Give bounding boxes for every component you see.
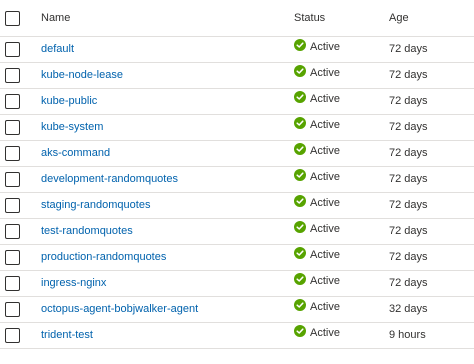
table-row[interactable]: kube-public Active 72 days: [0, 89, 474, 115]
row-select-checkbox[interactable]: [5, 328, 20, 343]
table-row[interactable]: test-randomquotes Active 72 days: [0, 219, 474, 245]
namespace-link[interactable]: ingress-nginx: [41, 277, 106, 289]
check-circle-icon: [294, 143, 306, 155]
namespace-link[interactable]: trident-test: [41, 329, 93, 341]
status-cell: Active: [294, 195, 340, 209]
status-cell: Active: [294, 221, 340, 235]
table-row[interactable]: production-randomquotes Active 72 days: [0, 245, 474, 271]
age-cell: 72 days: [389, 95, 428, 107]
check-circle-icon: [294, 39, 306, 51]
check-circle-icon: [294, 247, 306, 259]
status-cell: Active: [294, 325, 340, 339]
check-circle-icon: [294, 117, 306, 129]
check-circle-icon: [294, 91, 306, 103]
status-cell: Active: [294, 143, 340, 157]
status-cell: Active: [294, 247, 340, 261]
table-row[interactable]: octopus-agent-bobjwalker-agent Active 32 d…: [0, 297, 474, 323]
row-select-checkbox[interactable]: [5, 94, 20, 109]
check-circle-icon: [294, 65, 306, 77]
namespace-link[interactable]: test-randomquotes: [41, 225, 133, 237]
row-select-checkbox[interactable]: [5, 302, 20, 317]
namespace-link[interactable]: default: [41, 43, 74, 55]
status-cell: Active: [294, 273, 340, 287]
age-cell: 72 days: [389, 251, 428, 263]
namespaces-table: Name Status Age default Active 72 days kube…: [0, 0, 474, 349]
select-all-checkbox[interactable]: [5, 11, 20, 26]
table-row[interactable]: aks-command Active 72 days: [0, 141, 474, 167]
age-cell: 9 hours: [389, 329, 426, 341]
age-cell: 72 days: [389, 147, 428, 159]
check-circle-icon: [294, 169, 306, 181]
status-cell: Active: [294, 169, 340, 183]
age-cell: 72 days: [389, 43, 428, 55]
check-circle-icon: [294, 221, 306, 233]
namespace-link[interactable]: octopus-agent-bobjwalker-agent: [41, 303, 198, 315]
row-select-checkbox[interactable]: [5, 276, 20, 291]
age-cell: 72 days: [389, 69, 428, 81]
age-cell: 72 days: [389, 121, 428, 133]
status-text: Active: [310, 327, 340, 339]
status-cell: Active: [294, 91, 340, 105]
table-row[interactable]: kube-node-lease Active 72 days: [0, 63, 474, 89]
row-select-checkbox[interactable]: [5, 198, 20, 213]
namespace-link[interactable]: aks-command: [41, 147, 110, 159]
status-text: Active: [310, 171, 340, 183]
status-text: Active: [310, 67, 340, 79]
table-row[interactable]: kube-system Active 72 days: [0, 115, 474, 141]
row-select-checkbox[interactable]: [5, 68, 20, 83]
status-text: Active: [310, 249, 340, 261]
row-select-checkbox[interactable]: [5, 224, 20, 239]
namespace-link[interactable]: development-randomquotes: [41, 173, 178, 185]
table-row[interactable]: trident-test Active 9 hours: [0, 323, 474, 349]
status-text: Active: [310, 41, 340, 53]
status-cell: Active: [294, 65, 340, 79]
column-header-name[interactable]: Name: [41, 12, 70, 24]
age-cell: 32 days: [389, 303, 428, 315]
table-row[interactable]: development-randomquotes Active 72 days: [0, 167, 474, 193]
table-row[interactable]: staging-randomquotes Active 72 days: [0, 193, 474, 219]
check-circle-icon: [294, 273, 306, 285]
row-select-checkbox[interactable]: [5, 250, 20, 265]
status-text: Active: [310, 93, 340, 105]
table-body: default Active 72 days kube-node-lease Activ…: [0, 37, 474, 349]
namespace-link[interactable]: production-randomquotes: [41, 251, 166, 263]
column-header-status[interactable]: Status: [294, 12, 325, 24]
status-text: Active: [310, 145, 340, 157]
status-cell: Active: [294, 299, 340, 313]
age-cell: 72 days: [389, 277, 428, 289]
table-row[interactable]: ingress-nginx Active 72 days: [0, 271, 474, 297]
row-select-checkbox[interactable]: [5, 146, 20, 161]
namespace-link[interactable]: staging-randomquotes: [41, 199, 150, 211]
row-select-checkbox[interactable]: [5, 120, 20, 135]
status-text: Active: [310, 301, 340, 313]
status-text: Active: [310, 223, 340, 235]
age-cell: 72 days: [389, 225, 428, 237]
status-text: Active: [310, 275, 340, 287]
row-select-checkbox[interactable]: [5, 172, 20, 187]
check-circle-icon: [294, 195, 306, 207]
age-cell: 72 days: [389, 199, 428, 211]
table-header: Name Status Age: [0, 0, 474, 37]
check-circle-icon: [294, 325, 306, 337]
namespace-link[interactable]: kube-node-lease: [41, 69, 123, 81]
status-text: Active: [310, 119, 340, 131]
status-text: Active: [310, 197, 340, 209]
namespace-link[interactable]: kube-system: [41, 121, 103, 133]
check-circle-icon: [294, 299, 306, 311]
status-cell: Active: [294, 39, 340, 53]
row-select-checkbox[interactable]: [5, 42, 20, 57]
namespace-link[interactable]: kube-public: [41, 95, 97, 107]
table-row[interactable]: default Active 72 days: [0, 37, 474, 63]
column-header-age[interactable]: Age: [389, 12, 409, 24]
status-cell: Active: [294, 117, 340, 131]
age-cell: 72 days: [389, 173, 428, 185]
